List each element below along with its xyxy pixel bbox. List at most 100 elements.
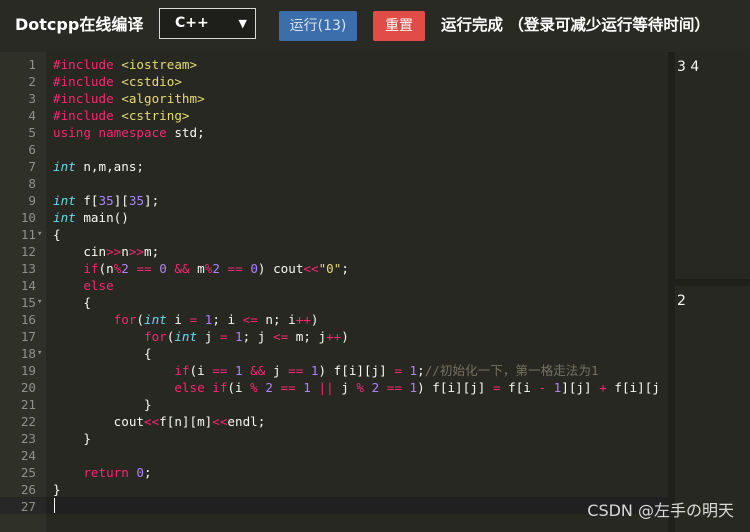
code-line[interactable]: 16 for(int i = 1; i <= n; i++) — [0, 311, 668, 328]
code-line[interactable]: 21 } — [0, 396, 668, 413]
code-token: <iostream> — [121, 57, 198, 72]
code-line[interactable]: 15 ▾ { — [0, 294, 668, 311]
code-text: cout<<f[n][m]<<endl; — [53, 413, 266, 430]
code-text: for(int j = 1; j <= m; j++) — [53, 328, 349, 345]
reset-button[interactable]: 重置 — [373, 11, 425, 41]
line-number: 20 — [20, 380, 36, 395]
code-token: f[ — [83, 193, 99, 208]
code-line[interactable]: 23 } — [0, 430, 668, 447]
code-token: int — [53, 210, 84, 225]
code-line[interactable]: 19 if(i == 1 && j == 1) f[i][j] = 1;//初始… — [0, 362, 668, 379]
line-number: 27 — [20, 499, 36, 514]
code-token: #include — [53, 91, 122, 106]
code-line[interactable]: 9 int f[35][35]; — [0, 192, 668, 209]
fold-toggle-icon[interactable]: ▾ — [37, 345, 46, 362]
input-panel[interactable]: 3 4 — [675, 52, 750, 279]
code-token: + — [599, 380, 607, 395]
code-line[interactable]: 18 ▾ { — [0, 345, 668, 362]
code-line[interactable]: 4 #include <cstring> — [0, 107, 668, 124]
line-number: 25 — [20, 465, 36, 480]
panel-splitter[interactable] — [675, 279, 750, 286]
code-token: int — [53, 193, 84, 208]
code-line[interactable]: 2 #include <cstdio> — [0, 73, 668, 90]
code-line[interactable]: 7 int n,m,ans; — [0, 158, 668, 175]
code-token: m — [189, 261, 205, 276]
code-line[interactable]: 13 if(n%2 == 0 && m%2 == 0) cout<<"0"; — [0, 260, 668, 277]
code-line[interactable]: 3 #include <algorithm> — [0, 90, 668, 107]
code-token: } — [53, 431, 91, 446]
output-panel: 2 — [675, 286, 750, 532]
code-token: ) — [310, 312, 319, 327]
code-line[interactable]: 26} — [0, 481, 668, 498]
watermark: CSDN @左手の明天 — [587, 501, 734, 520]
code-line[interactable]: 20 else if(i % 2 == 1 || j % 2 == 1) f[i… — [0, 379, 668, 396]
line-number: 4 — [28, 108, 36, 123]
code-line[interactable]: 5 using namespace std; — [0, 124, 668, 141]
code-text: else — [53, 277, 113, 294]
code-line[interactable]: 8 — [0, 175, 668, 192]
code-token: = — [189, 312, 198, 327]
line-number: 7 — [28, 159, 36, 174]
code-token: n,m,ans; — [83, 159, 145, 174]
code-token: ) cout — [257, 261, 304, 276]
code-line[interactable]: 14 else — [0, 277, 668, 294]
code-token: (i — [227, 380, 251, 395]
code-token: { — [53, 227, 61, 242]
code-token: n — [121, 244, 129, 259]
code-token: #include — [53, 74, 122, 89]
code-token: (i — [189, 363, 213, 378]
line-number: 17 — [20, 329, 36, 344]
language-select[interactable]: C++ ▼ — [159, 8, 256, 39]
code-token: #include — [53, 57, 122, 72]
code-text: int main() — [53, 209, 129, 226]
code-token: for — [113, 312, 137, 327]
code-token: for — [144, 329, 167, 344]
code-token: i — [174, 312, 190, 327]
code-token: ) — [341, 329, 349, 344]
code-line[interactable]: 1 #include <iostream> — [0, 56, 668, 73]
code-token: if — [83, 261, 99, 276]
code-token: else if — [174, 380, 228, 395]
code-editor[interactable]: 1 #include <iostream> 2 #include <cstdio> 3 #… — [0, 52, 668, 532]
code-text: int f[35][35]; — [53, 192, 159, 209]
code-token: j — [333, 380, 357, 395]
code-line[interactable]: 24 — [0, 447, 668, 464]
code-text: } — [53, 430, 91, 447]
code-token: <= — [242, 312, 258, 327]
code-token: >> — [128, 244, 145, 259]
code-token: using namespace — [53, 125, 175, 140]
code-token: % — [250, 380, 258, 395]
code-token: ; — [341, 261, 349, 276]
editor-panel-divider[interactable] — [668, 52, 675, 532]
code-token: } — [53, 482, 61, 497]
code-token: ][ — [113, 193, 129, 208]
line-number: 5 — [28, 125, 36, 140]
chevron-down-icon: ▼ — [238, 17, 247, 30]
code-line[interactable]: 11 ▾ { — [0, 226, 668, 243]
code-line[interactable]: 25 return 0; — [0, 464, 668, 481]
fold-toggle-icon[interactable]: ▾ — [37, 294, 46, 311]
code-line[interactable]: 6 — [0, 141, 668, 158]
fold-toggle-icon[interactable]: ▾ — [37, 226, 46, 243]
code-token: <algorithm> — [121, 91, 205, 106]
run-button[interactable]: 运行(13) — [279, 11, 357, 41]
code-line[interactable]: 12 cin>>n>>m; — [0, 243, 668, 260]
line-number: 18 — [20, 346, 36, 361]
code-token: == — [386, 380, 402, 395]
code-line[interactable]: 10 int main() — [0, 209, 668, 226]
code-token: ; — [144, 465, 152, 480]
code-text: for(int i = 1; i <= n; i++) — [53, 311, 319, 328]
code-token: 1 — [409, 363, 418, 378]
code-line[interactable]: 22 cout<<f[n][m]<<endl; — [0, 413, 668, 430]
code-line[interactable]: 27 — [0, 498, 668, 515]
run-status-text: 运行完成 （登录可减少运行等待时间） — [441, 16, 710, 34]
code-token: ; i — [212, 312, 243, 327]
code-line[interactable]: 17 for(int j = 1; j <= m; j++) — [0, 328, 668, 345]
line-number: 21 — [20, 397, 36, 412]
code-token: <cstring> — [121, 108, 190, 123]
